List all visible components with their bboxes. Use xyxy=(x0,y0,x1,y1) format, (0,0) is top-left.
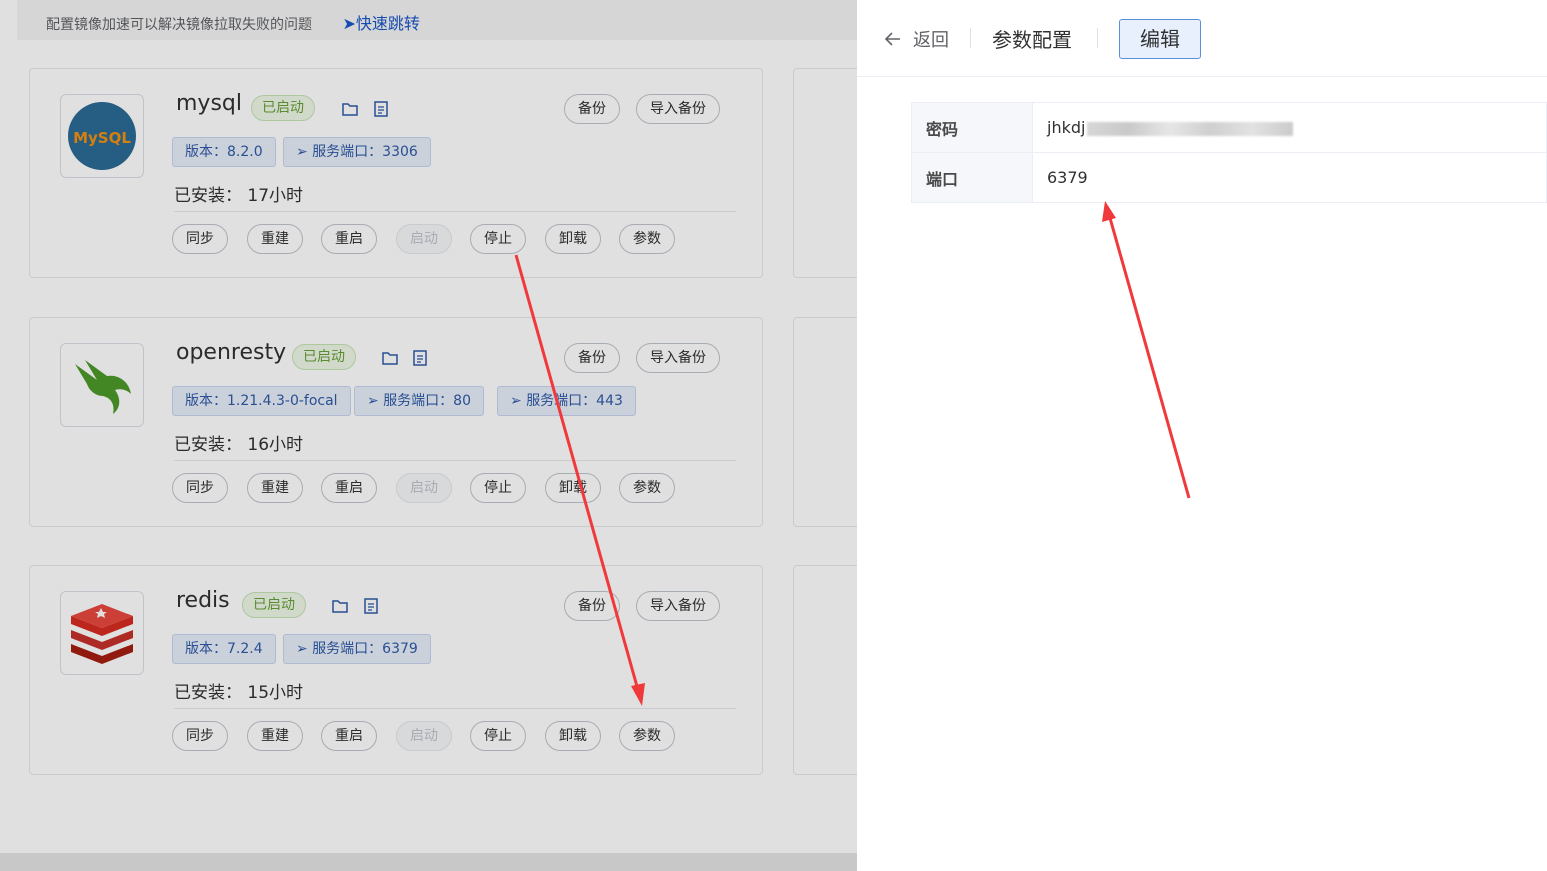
drawer-title: 参数配置 xyxy=(992,28,1072,52)
edit-button[interactable]: 编辑 xyxy=(1119,19,1201,59)
params-table: 密码 jhkdj 端口 6379 xyxy=(911,102,1547,203)
divider xyxy=(970,28,971,48)
arrow-left-icon xyxy=(884,32,900,46)
param-value: jhkdj xyxy=(1032,102,1547,153)
drawer-header: 返回 参数配置 编辑 xyxy=(857,0,1547,77)
back-button[interactable]: 返回 xyxy=(883,26,949,52)
param-key: 端口 xyxy=(911,152,1033,203)
table-row: 端口 6379 xyxy=(911,152,1547,203)
masked-text xyxy=(1087,121,1294,136)
param-value: 6379 xyxy=(1032,152,1547,203)
password-value: jhkdj xyxy=(1047,118,1086,137)
divider xyxy=(1097,28,1098,48)
params-drawer: 返回 参数配置 编辑 密码 jhkdj 端口 6379 xyxy=(857,0,1547,871)
drawer-mask[interactable] xyxy=(0,0,857,871)
param-key: 密码 xyxy=(911,102,1033,153)
table-row: 密码 jhkdj xyxy=(911,102,1547,153)
back-label: 返回 xyxy=(913,30,949,51)
